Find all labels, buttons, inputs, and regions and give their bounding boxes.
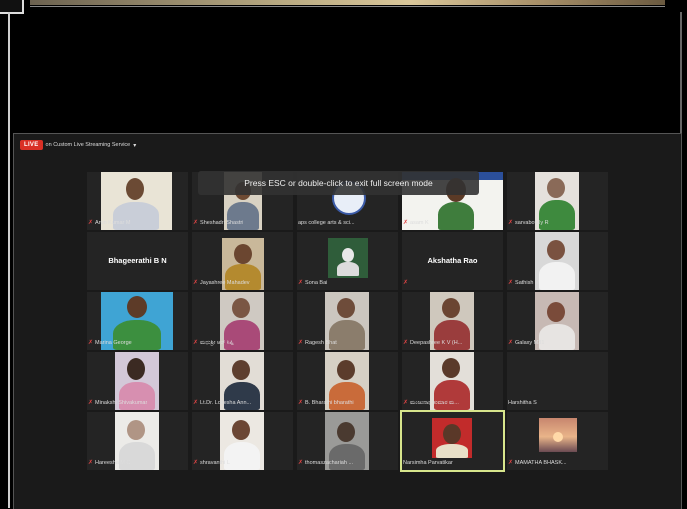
participant-tile[interactable]: ✗ Sathish M <box>507 232 608 290</box>
participant-name-bar: ✗ Sona Bai <box>298 280 328 286</box>
participant-tile[interactable]: ✗ Galaxy M31 <box>507 292 608 350</box>
participant-name-bar: ✗ MAMATHA BHASK... <box>508 460 567 466</box>
participant-tile[interactable]: ✗ Arun Kumar M <box>87 172 188 230</box>
live-stream-bar[interactable]: LIVE on Custom Live Streaming Service ▾ <box>20 139 136 151</box>
divider-line <box>30 6 665 7</box>
muted-mic-icon: ✗ <box>508 220 514 226</box>
participant-tile[interactable]: ✗ MAMATHA BHASK... <box>507 412 608 470</box>
participant-name-bar: ✗ Deepashree K V (H... <box>403 340 463 346</box>
slide-edge <box>30 0 665 5</box>
participant-tile[interactable]: ✗ Minakshi Shivakumar <box>87 352 188 410</box>
muted-mic-icon: ✗ <box>403 280 409 286</box>
muted-mic-icon: ✗ <box>88 220 94 226</box>
participant-name-bar: ✗ Minakshi Shivakumar <box>88 400 148 406</box>
participant-tile[interactable]: ✗ Sona Bai <box>297 232 398 290</box>
muted-mic-icon: ✗ <box>88 460 94 466</box>
participant-tile[interactable]: ✗ Marina George <box>87 292 188 350</box>
participant-tile[interactable]: ✗ Ragesh Bhat <box>297 292 398 350</box>
participant-tile[interactable]: Akshatha Rao ✗ <box>402 232 503 290</box>
muted-mic-icon: ✗ <box>508 460 514 466</box>
muted-mic-icon: ✗ <box>298 460 304 466</box>
participant-tile[interactable]: ✗ Hareesha M C <box>87 412 188 470</box>
participant-tile[interactable]: ✗ ಮಧುಶ್ರೀ ಆರ್ ಸಿಪ್ಪಿ <box>192 292 293 350</box>
participant-tile[interactable]: ✗ Deepashree K V (H... <box>402 292 503 350</box>
participant-tile[interactable]: ✗ thomaszachariah ... <box>297 412 398 470</box>
participant-tile[interactable]: Bhageerathi B N <box>87 232 188 290</box>
top-strip <box>0 0 687 14</box>
participant-name-bar: ✗ sarvabotaly R <box>508 220 549 226</box>
profile-image <box>328 238 368 278</box>
muted-mic-icon: ✗ <box>403 400 409 406</box>
muted-mic-icon: ✗ <box>403 340 409 346</box>
video-feed <box>535 232 579 290</box>
participant-name-center: Bhageerathi B N <box>108 256 167 265</box>
participant-tile[interactable]: ✗ sarvabotaly R <box>507 172 608 230</box>
live-badge: LIVE <box>20 140 43 150</box>
participant-name-bar: aps college arts & sci... <box>298 220 355 226</box>
participant-tile[interactable]: ✗ shravanthi L <box>192 412 293 470</box>
muted-mic-icon: ✗ <box>88 400 94 406</box>
participant-name-bar: ✗ Marina George <box>88 340 132 346</box>
muted-mic-icon: ✗ <box>193 460 199 466</box>
window-corner <box>0 0 24 14</box>
participant-name-bar: ✗ thomaszachariah ... <box>298 460 354 466</box>
participant-name-bar: ✗ Jayashree Mahadev <box>193 280 250 286</box>
muted-mic-icon: ✗ <box>403 220 409 226</box>
participant-tile[interactable]: ✗ ಮಂಜುನಾಥ ಕುಮಾರ ಮ... <box>402 352 503 410</box>
participant-name-bar: ✗ ಮಂಜುನಾಥ ಕುಮಾರ ಮ... <box>403 399 459 407</box>
left-border <box>8 12 10 508</box>
video-feed <box>432 418 472 458</box>
participant-name-bar: ✗ <box>403 279 408 287</box>
profile-image <box>539 418 577 452</box>
muted-mic-icon: ✗ <box>193 400 199 406</box>
participant-name-bar: Narsimha Parvatikar <box>403 460 453 466</box>
participant-name-bar: ✗ Galaxy M31 <box>508 340 545 346</box>
muted-mic-icon: ✗ <box>193 220 199 226</box>
participant-tile[interactable]: Harshitha S <box>507 352 608 410</box>
stream-service-label[interactable]: on Custom Live Streaming Service <box>46 142 131 148</box>
participant-name-bar: ✗ Lt.Dr. Lokesha Ann... <box>193 400 252 406</box>
participant-name-bar: ✗ asam K <box>403 220 429 226</box>
muted-mic-icon: ✗ <box>298 400 304 406</box>
chevron-down-icon[interactable]: ▾ <box>133 142 136 149</box>
muted-mic-icon: ✗ <box>193 340 199 346</box>
muted-mic-icon: ✗ <box>298 280 304 286</box>
participant-name-bar: ✗ Sathish M <box>508 280 540 286</box>
participant-name-bar: ✗ Hareesha M C <box>88 460 131 466</box>
participant-name-bar: ✗ Arun Kumar M <box>88 220 131 226</box>
muted-mic-icon: ✗ <box>88 340 94 346</box>
muted-mic-icon: ✗ <box>508 340 514 346</box>
participant-name-bar: Harshitha S <box>508 400 537 406</box>
participant-tile[interactable]: ✗ B. Bharathi bharathi <box>297 352 398 410</box>
muted-mic-icon: ✗ <box>298 340 304 346</box>
participant-name-bar: ✗ Ragesh Bhat <box>298 340 337 346</box>
participant-tile[interactable]: ✗ Jayashree Mahadev <box>192 232 293 290</box>
active-speaker-tile[interactable]: Narsimha Parvatikar <box>400 410 505 472</box>
participant-name-center: Akshatha Rao <box>427 256 478 265</box>
participant-name-bar: ✗ shravanthi L <box>193 460 230 466</box>
participant-name-bar: ✗ ಮಧುಶ್ರೀ ಆರ್ ಸಿಪ್ಪಿ <box>193 339 234 347</box>
muted-mic-icon: ✗ <box>193 280 199 286</box>
muted-mic-icon: ✗ <box>508 280 514 286</box>
participant-name-bar: ✗ Sheshadri Shastri <box>193 220 244 226</box>
participant-tile[interactable]: ✗ Lt.Dr. Lokesha Ann... <box>192 352 293 410</box>
fullscreen-exit-toast: Press ESC or double-click to exit full s… <box>198 171 479 195</box>
participant-name-bar: ✗ B. Bharathi bharathi <box>298 400 354 406</box>
